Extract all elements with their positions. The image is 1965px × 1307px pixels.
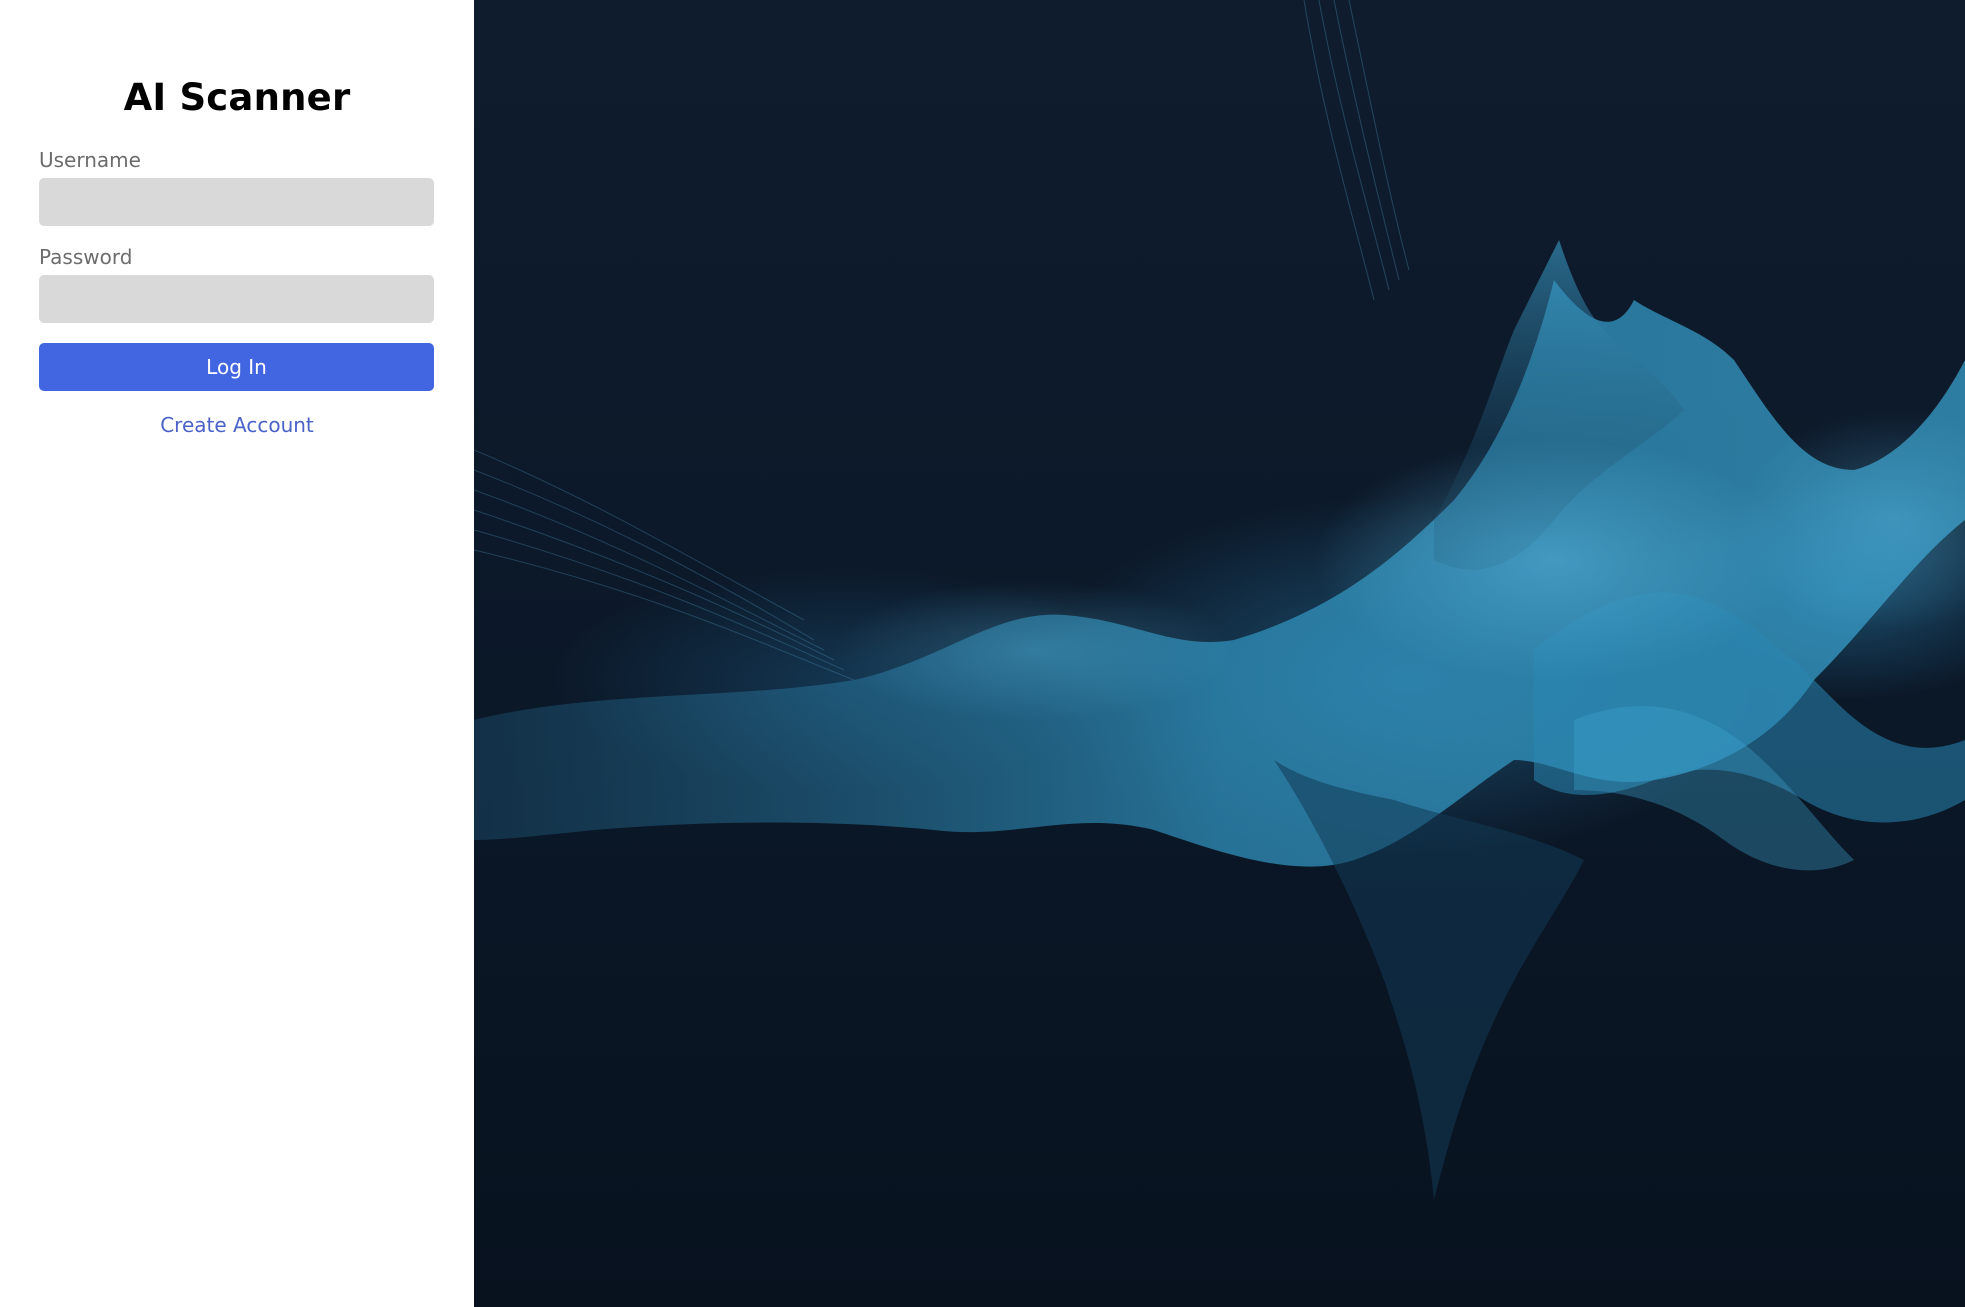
background-art: [474, 0, 1965, 1307]
username-input[interactable]: [39, 178, 434, 226]
password-input[interactable]: [39, 275, 434, 323]
username-label: Username: [39, 148, 141, 172]
password-label: Password: [39, 245, 133, 269]
login-page: AI Scanner Username Password Log In Crea…: [0, 0, 1965, 1307]
login-panel: AI Scanner Username Password Log In Crea…: [0, 0, 474, 1307]
create-account-link[interactable]: Create Account: [39, 413, 435, 437]
abstract-fluid-art-image: [474, 0, 1965, 1200]
app-title: AI Scanner: [123, 76, 351, 119]
login-button[interactable]: Log In: [39, 343, 434, 391]
